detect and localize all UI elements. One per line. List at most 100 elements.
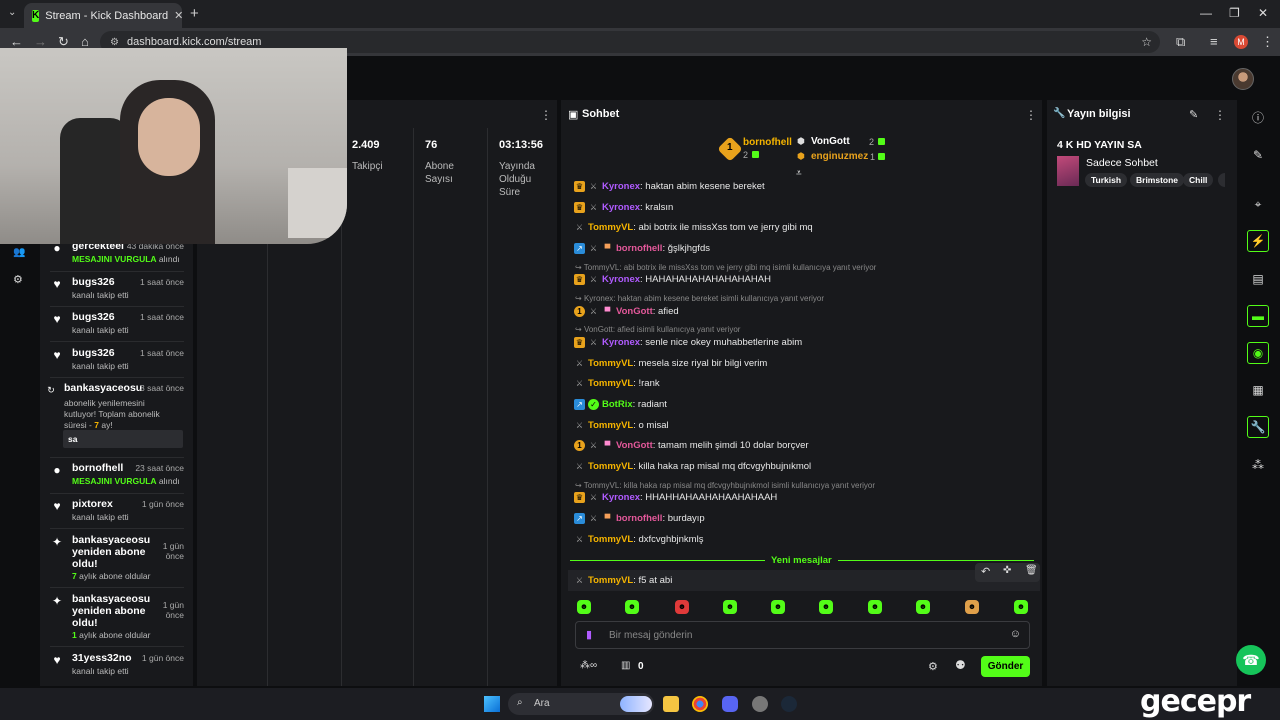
layout-icon[interactable]: ▦ — [1249, 381, 1267, 399]
capture-icon[interactable]: ⌖ — [1249, 195, 1267, 213]
chat-icon[interactable]: ▬ — [1247, 305, 1269, 327]
chat-username[interactable]: TommyVL — [588, 461, 633, 472]
chat-username[interactable]: VonGott — [616, 440, 653, 451]
reply-icon[interactable]: ↶ — [981, 565, 990, 578]
chat-username[interactable]: TommyVL — [588, 378, 633, 389]
event-user[interactable]: 31yess32no — [72, 652, 132, 664]
delete-icon[interactable]: 🗑 — [1025, 565, 1038, 576]
tab-search-icon[interactable]: ⌄ — [8, 7, 16, 18]
browser-tab-bar: ⌄ K Stream - Kick Dashboard ✕ + — ❐ ✕ — [0, 0, 1280, 28]
event-user[interactable]: bornofhell — [72, 462, 123, 474]
microphone-icon[interactable]: ▮ — [586, 628, 592, 641]
chat-username[interactable]: Kyronex — [602, 274, 640, 285]
steam-icon[interactable] — [781, 696, 797, 712]
leader-name[interactable]: bornofhell — [743, 137, 792, 148]
chat-username[interactable]: TommyVL — [588, 222, 633, 233]
chat-username[interactable]: TommyVL — [588, 358, 633, 369]
chat-username[interactable]: TommyVL — [588, 575, 633, 586]
broadcast-icon[interactable]: ◉ — [1247, 342, 1269, 364]
event-user[interactable]: bankasyaceosu yeniden abone oldu! — [72, 593, 150, 629]
stats-menu-icon[interactable]: ⋮ — [540, 108, 552, 122]
user-avatar[interactable] — [1232, 68, 1254, 90]
reading-list-icon[interactable]: ≡ — [1210, 34, 1218, 49]
emote-icon[interactable]: ☻ — [965, 600, 979, 614]
event-user[interactable]: bankasyaceosu yeniden abone oldu! — [72, 534, 150, 570]
back-icon[interactable]: ← — [10, 34, 23, 49]
event-text: kanalı takip etti — [72, 325, 129, 335]
emoji-picker-icon[interactable]: ☺ — [1010, 628, 1021, 640]
browser-tab[interactable]: K Stream - Kick Dashboard ✕ — [24, 3, 183, 28]
file-explorer-icon[interactable] — [663, 696, 679, 712]
bot-icon[interactable]: ⚉ — [955, 658, 966, 672]
category-name[interactable]: Sadece Sohbet — [1086, 157, 1158, 169]
app-icon[interactable] — [752, 696, 768, 712]
chat-username[interactable]: Kyronex — [602, 181, 640, 192]
browser-menu-icon[interactable]: ⋮ — [1261, 34, 1274, 50]
event-user[interactable]: bugs326 — [72, 311, 115, 323]
category-thumbnail[interactable] — [1057, 156, 1079, 186]
edit-pencil-icon[interactable]: ✎ — [1189, 108, 1198, 121]
leader-name[interactable]: VonGott — [811, 136, 850, 147]
emote-icon[interactable]: ☻ — [625, 600, 639, 614]
emote-icon[interactable]: ☻ — [868, 600, 882, 614]
chrome-icon[interactable] — [692, 696, 708, 712]
send-button[interactable]: Gönder — [981, 656, 1030, 677]
settings-gear-icon[interactable]: ⚙ — [13, 273, 23, 286]
event-user[interactable]: bugs326 — [72, 276, 115, 288]
emote-icon[interactable]: ☻ — [916, 600, 930, 614]
emote-icon[interactable]: ☻ — [771, 600, 785, 614]
points-icon[interactable]: ⁂∞ — [580, 660, 597, 671]
chat-username[interactable]: TommyVL — [588, 420, 633, 431]
chat-menu-icon[interactable]: ⋮ — [1025, 108, 1037, 122]
event-user[interactable]: bankasyaceosu — [64, 382, 142, 394]
stream-info-menu-icon[interactable]: ⋮ — [1214, 108, 1226, 122]
emote-icon[interactable]: ☻ — [577, 600, 591, 614]
new-tab-icon[interactable]: + — [190, 5, 199, 22]
windows-start-icon[interactable] — [484, 696, 500, 712]
chat-input[interactable]: ▮ Bir mesaj gönderin ☺ — [575, 621, 1030, 649]
profile-avatar[interactable]: M — [1234, 35, 1248, 49]
discord-icon[interactable] — [722, 696, 738, 712]
chat-username[interactable]: BotRix — [602, 399, 633, 410]
edit-icon[interactable]: ✎ — [1249, 146, 1267, 164]
lightning-icon[interactable]: ⚡ — [1247, 230, 1269, 252]
event-user[interactable]: bugs326 — [72, 347, 115, 359]
chat-username[interactable]: Kyronex — [602, 337, 640, 348]
chat-username[interactable]: TommyVL — [588, 534, 633, 545]
minimize-icon[interactable]: — — [1200, 6, 1212, 20]
community-icon[interactable]: 👥 — [13, 247, 25, 258]
stream-tag[interactable]: Turkish — [1085, 173, 1128, 187]
info-icon[interactable]: ⓘ — [1249, 109, 1267, 127]
pin-icon[interactable]: ✜ — [1003, 565, 1011, 576]
bookmark-star-icon[interactable]: ☆ — [1141, 35, 1152, 49]
leader-name[interactable]: enginuzmez — [811, 151, 868, 162]
chat-username[interactable]: VonGott — [616, 306, 653, 317]
chat-username[interactable]: bornofhell — [616, 243, 662, 254]
chat-username[interactable]: bornofhell — [616, 513, 662, 524]
tab-close-icon[interactable]: ✕ — [174, 9, 183, 22]
community-dots-icon[interactable]: ⁂ — [1249, 456, 1267, 474]
emote-icon[interactable]: ☻ — [1014, 600, 1028, 614]
site-info-icon[interactable]: ⚙ — [110, 37, 119, 48]
extensions-icon[interactable]: ⧉ — [1176, 34, 1185, 50]
tools-wrench-icon[interactable]: 🔧 — [1247, 416, 1269, 438]
emote-icon[interactable]: ☻ — [819, 600, 833, 614]
stream-tag[interactable]: Brimstone — [1130, 173, 1185, 187]
emote-icon[interactable]: ☻ — [723, 600, 737, 614]
maximize-icon[interactable]: ❐ — [1229, 6, 1240, 20]
chat-username[interactable]: Kyronex — [602, 492, 640, 503]
document-icon[interactable]: ▤ — [1249, 270, 1267, 288]
stream-tag[interactable]: Chill — [1183, 173, 1214, 187]
new-messages-label[interactable]: Yeni mesajlar — [771, 555, 832, 566]
collapse-leaderboard-icon[interactable]: ⩡ — [796, 168, 802, 179]
chat-settings-icon[interactable]: ⚙ — [928, 660, 938, 673]
emote-icon[interactable]: ☻ — [675, 600, 689, 614]
taskbar-search[interactable]: ⌕ Ara — [508, 693, 654, 715]
window-close-icon[interactable]: ✕ — [1258, 6, 1268, 20]
support-headset-icon[interactable]: ☎ — [1236, 645, 1266, 675]
forward-icon[interactable]: → — [34, 34, 47, 49]
chat-username[interactable]: Kyronex — [602, 202, 640, 213]
event-user[interactable]: pixtorex — [72, 498, 113, 510]
home-icon[interactable]: ⌂ — [81, 34, 89, 49]
store-icon[interactable]: ▥ — [621, 660, 630, 671]
